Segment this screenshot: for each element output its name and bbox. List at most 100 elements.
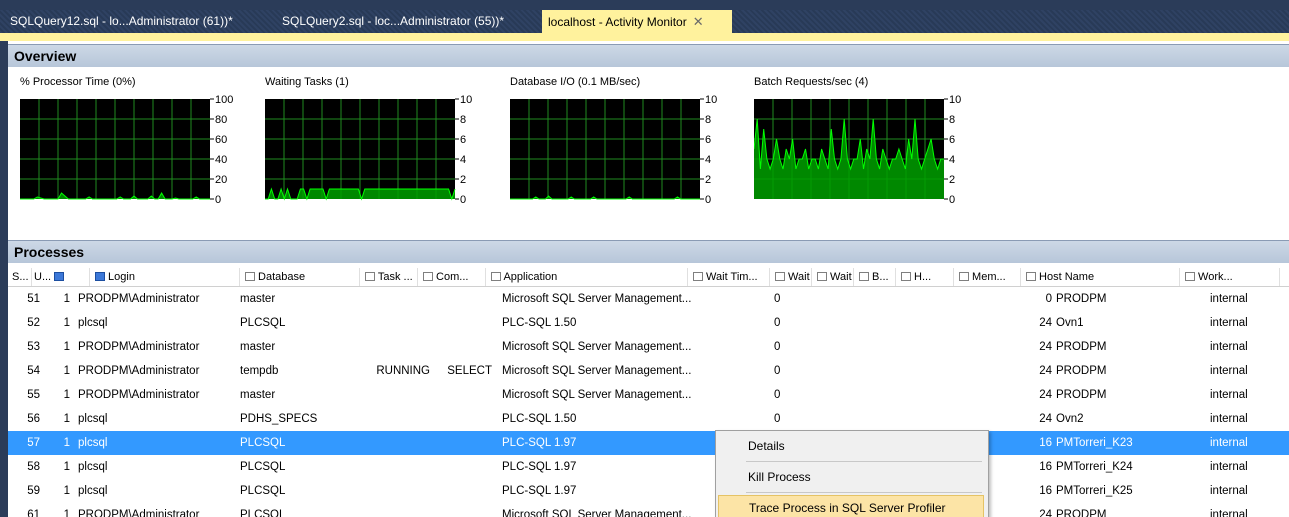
column-filter-icon[interactable] <box>859 272 869 281</box>
table-cell: 51 <box>27 293 40 305</box>
graph-axis-label: 0 <box>215 194 221 205</box>
processes-section-header[interactable]: Processes <box>8 240 1289 263</box>
table-row[interactable]: 56 1 plcsql PDHS_SPECS PLC-SQL 1.50 0 24 Ovn2 in… <box>8 407 1289 431</box>
overview-section-header[interactable]: Overview <box>8 44 1289 67</box>
table-row[interactable]: 54 1 PRODPM\Administrator tempdb RUNNING SELE… <box>8 359 1289 383</box>
table-cell: PLC-SQL 1.97 <box>502 437 577 449</box>
table-cell: 1 <box>63 341 70 353</box>
table-cell: master <box>240 341 276 353</box>
menu-separator <box>746 492 982 493</box>
column-filter-icon[interactable] <box>491 272 501 281</box>
graph-axis-label: 0 <box>460 194 466 205</box>
table-cell <box>358 311 430 335</box>
column-header[interactable]: U... <box>32 268 90 286</box>
column-filter-icon[interactable] <box>95 272 105 281</box>
table-row[interactable]: 61 1 PRODPM\Administrator PLCSQL Microsoft S… <box>8 503 1289 517</box>
menu-item-details[interactable]: Details <box>718 434 984 458</box>
column-filter-icon[interactable] <box>693 272 703 281</box>
column-filter-icon[interactable] <box>1026 272 1036 281</box>
table-row[interactable]: 59 1 plcsql PLCSQL PLC-SQL 1.97 16 PMTorreri_K… <box>8 479 1289 503</box>
table-cell: 54 <box>27 365 40 377</box>
table-row[interactable]: 53 1 PRODPM\Administrator master Microsoft S… <box>8 335 1289 359</box>
tab-activity-monitor[interactable]: localhost - Activity Monitor ✕ <box>542 10 732 33</box>
column-header[interactable]: Database <box>240 268 360 286</box>
table-cell: plcsql <box>78 485 108 497</box>
table-cell: PRODPM <box>1056 389 1107 401</box>
graph-title: % Processor Time (0%) <box>20 76 136 88</box>
column-header-label: B... <box>869 271 889 283</box>
column-header-label: S... <box>12 271 29 283</box>
table-cell: PLC-SQL 1.50 <box>502 413 577 425</box>
table-cell: 1 <box>63 437 70 449</box>
table-row[interactable]: 58 1 plcsql PLCSQL PLC-SQL 1.97 16 PMTorreri_K… <box>8 455 1289 479</box>
table-cell: 52 <box>27 317 40 329</box>
table-row[interactable]: 52 1 plcsql PLCSQL PLC-SQL 1.50 0 24 Ovn1 intern… <box>8 311 1289 335</box>
column-header[interactable]: Wait ... <box>812 268 854 286</box>
column-filter-icon[interactable] <box>245 272 255 281</box>
graph-axis-label: 8 <box>949 114 955 126</box>
column-filter-icon[interactable] <box>365 272 375 281</box>
table-cell: master <box>240 389 276 401</box>
tab-sqlquery2[interactable]: SQLQuery2.sql - loc...Administrator (55)… <box>276 10 510 33</box>
graph-title: Batch Requests/sec (4) <box>754 76 869 88</box>
column-header[interactable]: Application <box>486 268 688 286</box>
menu-separator <box>746 461 982 462</box>
table-row[interactable]: 55 1 PRODPM\Administrator master Microsoft S… <box>8 383 1289 407</box>
graph-axis-label: 6 <box>949 134 955 146</box>
column-filter-icon[interactable] <box>423 272 433 281</box>
table-cell: internal <box>1210 437 1248 449</box>
column-header[interactable]: Login <box>90 268 240 286</box>
table-cell <box>358 335 430 359</box>
table-cell: PRODPM\Administrator <box>78 509 200 517</box>
column-header[interactable]: H... <box>896 268 954 286</box>
table-cell: 61 <box>27 509 40 517</box>
column-filter-icon[interactable] <box>817 272 827 281</box>
column-header[interactable]: Mem... <box>954 268 1021 286</box>
table-cell: PLCSQL <box>240 437 286 449</box>
graph-axis-label: 2 <box>460 174 466 186</box>
graph-title: Waiting Tasks (1) <box>265 76 349 88</box>
column-header[interactable]: S... <box>10 268 32 286</box>
table-cell: 53 <box>27 341 40 353</box>
column-filter-icon[interactable] <box>901 272 911 281</box>
table-cell: PRODPM <box>1056 509 1107 517</box>
table-cell: PRODPM <box>1056 293 1107 305</box>
tab-sqlquery12[interactable]: SQLQuery12.sql - lo...Administrator (61)… <box>4 10 239 33</box>
table-cell: 24 <box>1039 365 1052 377</box>
table-cell: PMTorreri_K24 <box>1056 461 1133 473</box>
menu-item-trace-process[interactable]: Trace Process in SQL Server Profiler <box>718 495 984 517</box>
table-cell: PRODPM\Administrator <box>78 389 200 401</box>
graph-axis-label: 4 <box>705 154 711 166</box>
column-filter-icon[interactable] <box>775 272 785 281</box>
table-cell: plcsql <box>78 413 108 425</box>
table-cell: 58 <box>27 461 40 473</box>
table-cell: 57 <box>27 437 40 449</box>
table-cell: Microsoft SQL Server Management... <box>502 293 692 305</box>
processor-time-chart: 100 80 60 40 20 0 <box>20 94 233 205</box>
column-filter-icon[interactable] <box>54 272 65 281</box>
column-header[interactable]: Host Name <box>1021 268 1180 286</box>
table-cell: internal <box>1210 509 1248 517</box>
table-cell: PRODPM\Administrator <box>78 293 200 305</box>
column-header[interactable]: B... <box>854 268 896 286</box>
column-filter-icon[interactable] <box>1185 272 1195 281</box>
graph-axis-label: 100 <box>215 94 233 106</box>
close-icon[interactable]: ✕ <box>693 10 704 33</box>
column-header[interactable]: Wait ... <box>770 268 812 286</box>
menu-item-kill-process[interactable]: Kill Process <box>718 465 984 489</box>
table-cell: 24 <box>1039 389 1052 401</box>
table-cell: PLCSQL <box>240 317 286 329</box>
column-header[interactable]: Work... <box>1180 268 1280 286</box>
column-header[interactable]: Wait Tim... <box>688 268 770 286</box>
table-cell: 59 <box>27 485 40 497</box>
batch-requests-chart: 10 8 6 4 2 0 <box>754 94 961 205</box>
window-frame-left <box>0 41 8 517</box>
table-row[interactable]: 57 1 plcsql PLCSQL PLC-SQL 1.97 16 PMTorreri_K… <box>8 431 1289 455</box>
column-filter-icon[interactable] <box>959 272 969 281</box>
column-header[interactable]: Com... <box>418 268 486 286</box>
table-row[interactable]: 51 1 PRODPM\Administrator master Microsoft S… <box>8 287 1289 311</box>
table-cell <box>430 455 492 479</box>
column-header[interactable]: Task ... <box>360 268 418 286</box>
column-header-label: Login <box>105 271 135 283</box>
table-cell: plcsql <box>78 317 108 329</box>
